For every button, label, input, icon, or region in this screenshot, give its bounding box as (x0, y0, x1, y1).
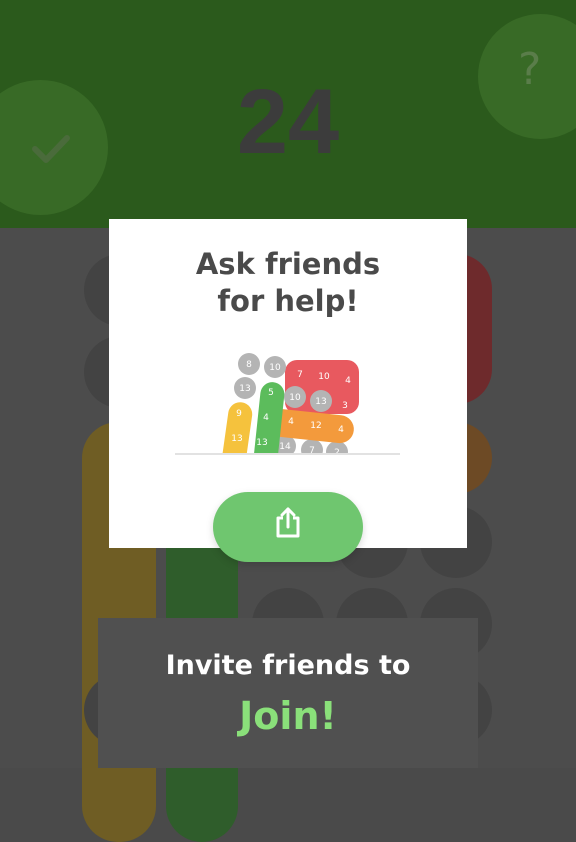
illus-number: 4 (345, 376, 351, 386)
illus-number: 14 (279, 442, 291, 452)
modal-title-line: for help! (217, 284, 359, 318)
header-bar: 24 ? (0, 0, 576, 228)
illus-number: 10 (289, 393, 301, 403)
illus-number: 9 (236, 409, 242, 419)
join-text: Join! (239, 694, 337, 738)
illus-number: 13 (315, 397, 326, 407)
illus-number: 13 (231, 434, 242, 444)
illus-number: 3 (342, 401, 348, 411)
share-button[interactable] (213, 492, 363, 562)
illus-number: 10 (269, 363, 281, 373)
illus-number: 4 (263, 413, 269, 423)
invite-text: Invite friends to (165, 650, 411, 681)
share-icon (276, 507, 300, 538)
illus-number: 10 (318, 372, 330, 382)
puzzle-illustration: 8 10 7 10 4 13 5 10 13 3 9 4 4 12 4 13 1… (165, 353, 410, 460)
modal-title: Ask friends for help! (0, 246, 576, 320)
illus-number: 12 (310, 421, 321, 431)
illus-number: 13 (256, 438, 267, 448)
illus-number: 4 (338, 425, 344, 435)
illus-number: 13 (239, 384, 250, 394)
illus-number: 4 (288, 417, 294, 427)
illus-number: 5 (268, 388, 274, 398)
illus-number: 7 (297, 370, 303, 380)
modal-title-line: Ask friends (195, 247, 381, 281)
illus-number: 8 (246, 360, 252, 370)
question-icon: ? (518, 44, 542, 95)
invite-panel (98, 618, 478, 768)
